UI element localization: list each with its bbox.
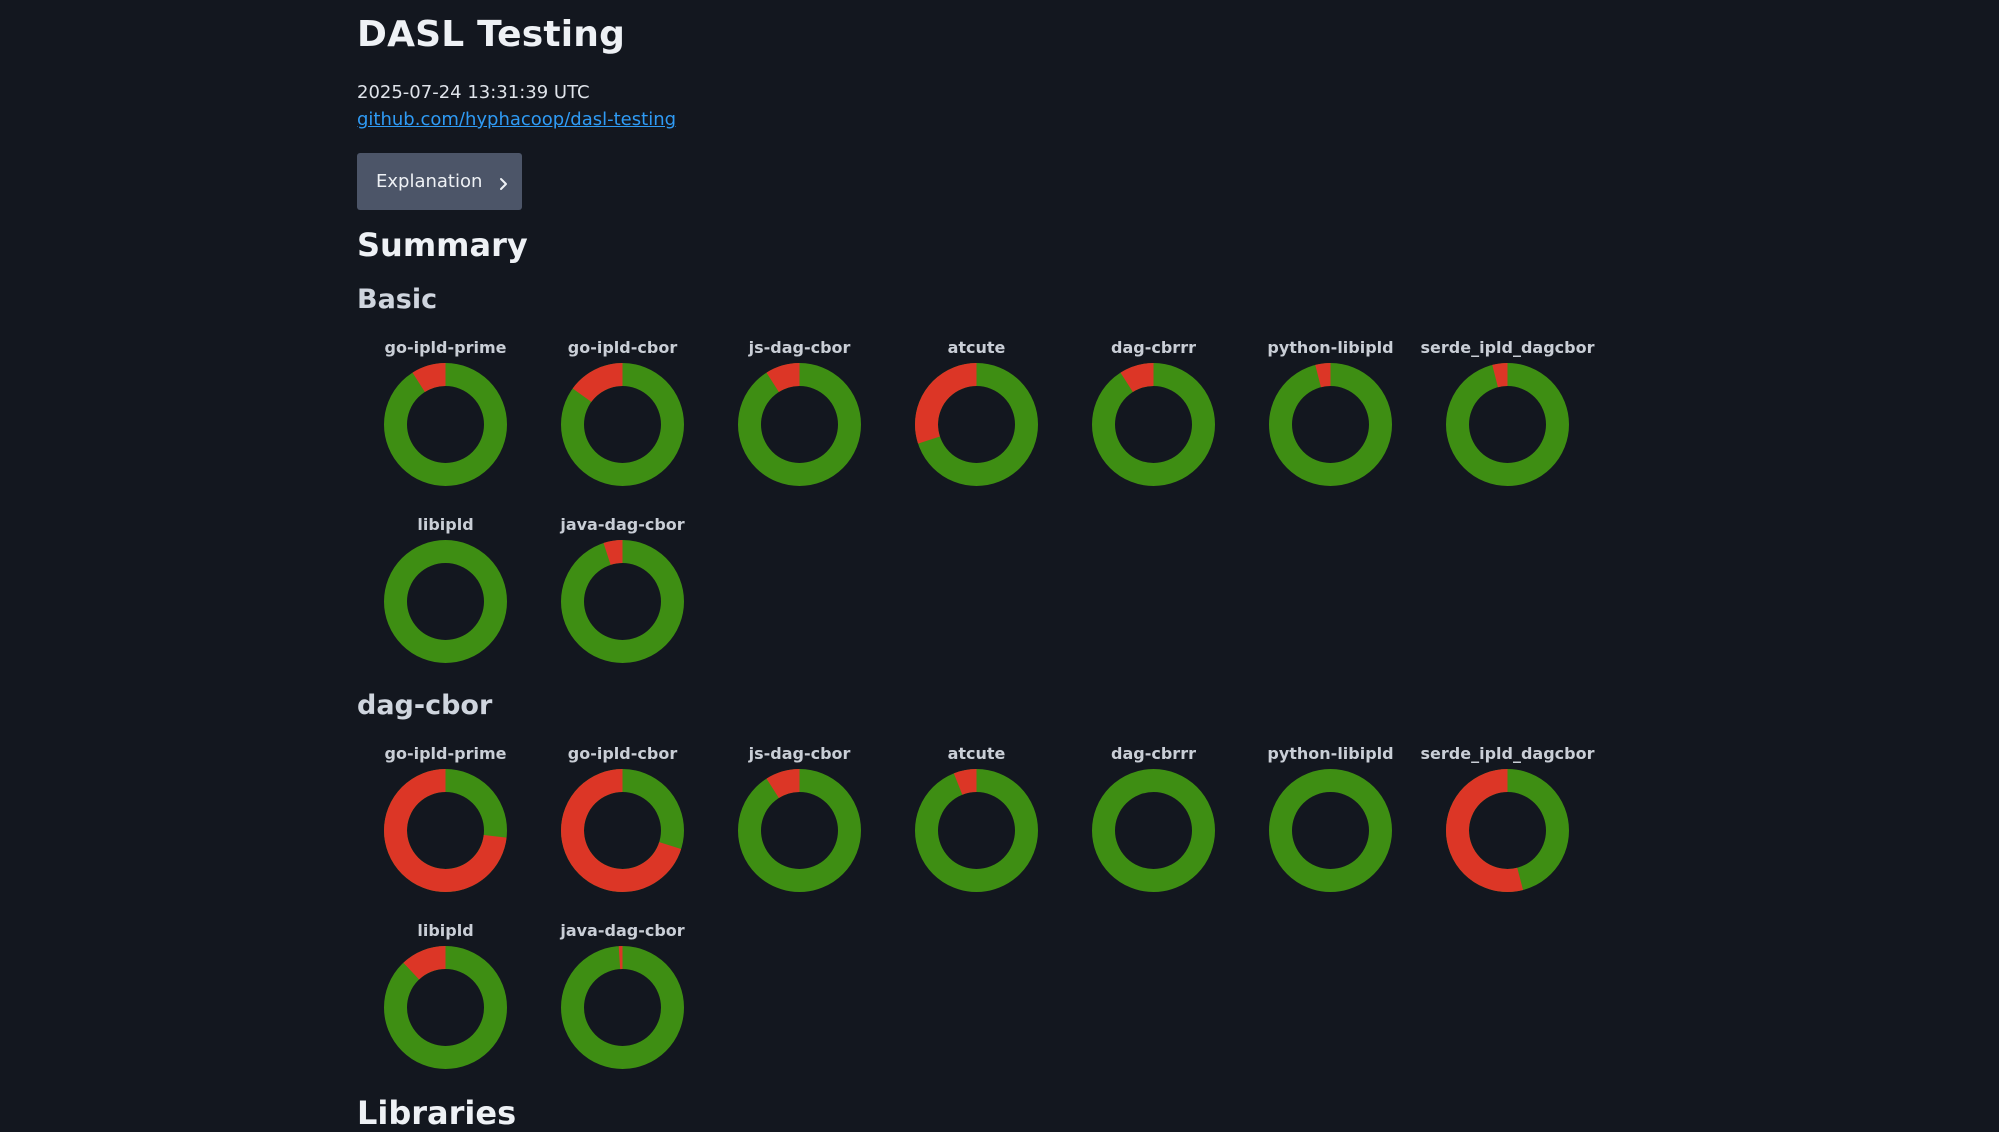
donut-chart	[1269, 363, 1392, 486]
library-donut-go-ipld-prime[interactable]: go-ipld-prime	[357, 338, 534, 508]
donut-chart	[384, 363, 507, 486]
library-name: dag-cbrrr	[1111, 338, 1196, 357]
donut-chart	[1269, 769, 1392, 892]
library-donut-java-dag-cbor[interactable]: java-dag-cbor	[534, 921, 711, 1091]
donut-pass-segment	[738, 769, 861, 892]
library-name: serde_ipld_dagcbor	[1420, 744, 1595, 763]
group-heading-dag-cbor: dag-cbor	[357, 690, 493, 721]
library-name: go-ipld-cbor	[567, 338, 678, 357]
library-donut-python-libipld[interactable]: python-libipld	[1242, 338, 1419, 508]
summary-heading: Summary	[357, 226, 528, 264]
library-donut-atcute[interactable]: atcute	[888, 338, 1065, 508]
donut-pass-segment	[384, 540, 507, 663]
donut-chart	[738, 363, 861, 486]
donut-pass-segment	[738, 363, 861, 486]
libraries-heading: Libraries	[357, 1094, 517, 1132]
library-donut-serde_ipld_dagcbor[interactable]: serde_ipld_dagcbor	[1419, 744, 1596, 914]
donut-chart	[1446, 363, 1569, 486]
donut-chart	[384, 946, 507, 1069]
page-title: DASL Testing	[357, 14, 626, 55]
library-donut-go-ipld-cbor[interactable]: go-ipld-cbor	[534, 338, 711, 508]
donut-pass-segment	[561, 946, 684, 1069]
donut-chart	[384, 769, 507, 892]
donut-chart	[561, 540, 684, 663]
library-name: dag-cbrrr	[1111, 744, 1196, 763]
library-name: atcute	[947, 338, 1006, 357]
library-name: go-ipld-prime	[384, 744, 507, 763]
donut-pass-segment	[1092, 769, 1215, 892]
donut-pass-segment	[915, 769, 1038, 892]
donut-pass-segment	[384, 363, 507, 486]
explanation-button-label: Explanation	[376, 171, 483, 192]
explanation-button[interactable]: Explanation	[357, 153, 522, 210]
library-donut-libipld[interactable]: libipld	[357, 921, 534, 1091]
library-donut-serde_ipld_dagcbor[interactable]: serde_ipld_dagcbor	[1419, 338, 1596, 508]
library-donut-python-libipld[interactable]: python-libipld	[1242, 744, 1419, 914]
timestamp: 2025-07-24 13:31:39 UTC	[357, 82, 590, 103]
donut-pass-segment	[1269, 769, 1392, 892]
chevron-right-icon	[496, 175, 510, 190]
donut-chart	[561, 363, 684, 486]
library-name: java-dag-cbor	[560, 515, 685, 534]
donut-chart	[1446, 769, 1569, 892]
donut-chart	[561, 769, 684, 892]
library-donut-js-dag-cbor[interactable]: js-dag-cbor	[711, 338, 888, 508]
library-donut-dag-cbrrr[interactable]: dag-cbrrr	[1065, 744, 1242, 914]
library-donut-dag-cbrrr[interactable]: dag-cbrrr	[1065, 338, 1242, 508]
donut-chart	[738, 769, 861, 892]
donut-chart	[1092, 769, 1215, 892]
donut-chart	[561, 946, 684, 1069]
donut-chart	[384, 540, 507, 663]
donut-pass-segment	[1092, 363, 1215, 486]
library-name: atcute	[947, 744, 1006, 763]
library-donut-java-dag-cbor[interactable]: java-dag-cbor	[534, 515, 711, 685]
library-name: js-dag-cbor	[748, 744, 851, 763]
library-name: go-ipld-cbor	[567, 744, 678, 763]
library-donut-js-dag-cbor[interactable]: js-dag-cbor	[711, 744, 888, 914]
donut-pass-segment	[1269, 363, 1392, 486]
library-name: libipld	[417, 515, 474, 534]
library-donut-go-ipld-cbor[interactable]: go-ipld-cbor	[534, 744, 711, 914]
repo-link[interactable]: github.com/hyphacoop/dasl-testing	[357, 109, 676, 130]
library-name: java-dag-cbor	[560, 921, 685, 940]
library-name: libipld	[417, 921, 474, 940]
library-donut-go-ipld-prime[interactable]: go-ipld-prime	[357, 744, 534, 914]
library-donut-libipld[interactable]: libipld	[357, 515, 534, 685]
library-name: js-dag-cbor	[748, 338, 851, 357]
library-donut-atcute[interactable]: atcute	[888, 744, 1065, 914]
library-name: python-libipld	[1267, 338, 1394, 357]
library-name: go-ipld-prime	[384, 338, 507, 357]
donut-chart	[915, 363, 1038, 486]
library-name: python-libipld	[1267, 744, 1394, 763]
library-name: serde_ipld_dagcbor	[1420, 338, 1595, 357]
donut-chart	[1092, 363, 1215, 486]
group-heading-basic: Basic	[357, 284, 438, 315]
donut-pass-segment	[1446, 363, 1569, 486]
donut-pass-segment	[384, 946, 507, 1069]
donut-chart	[915, 769, 1038, 892]
donut-pass-segment	[561, 540, 684, 663]
